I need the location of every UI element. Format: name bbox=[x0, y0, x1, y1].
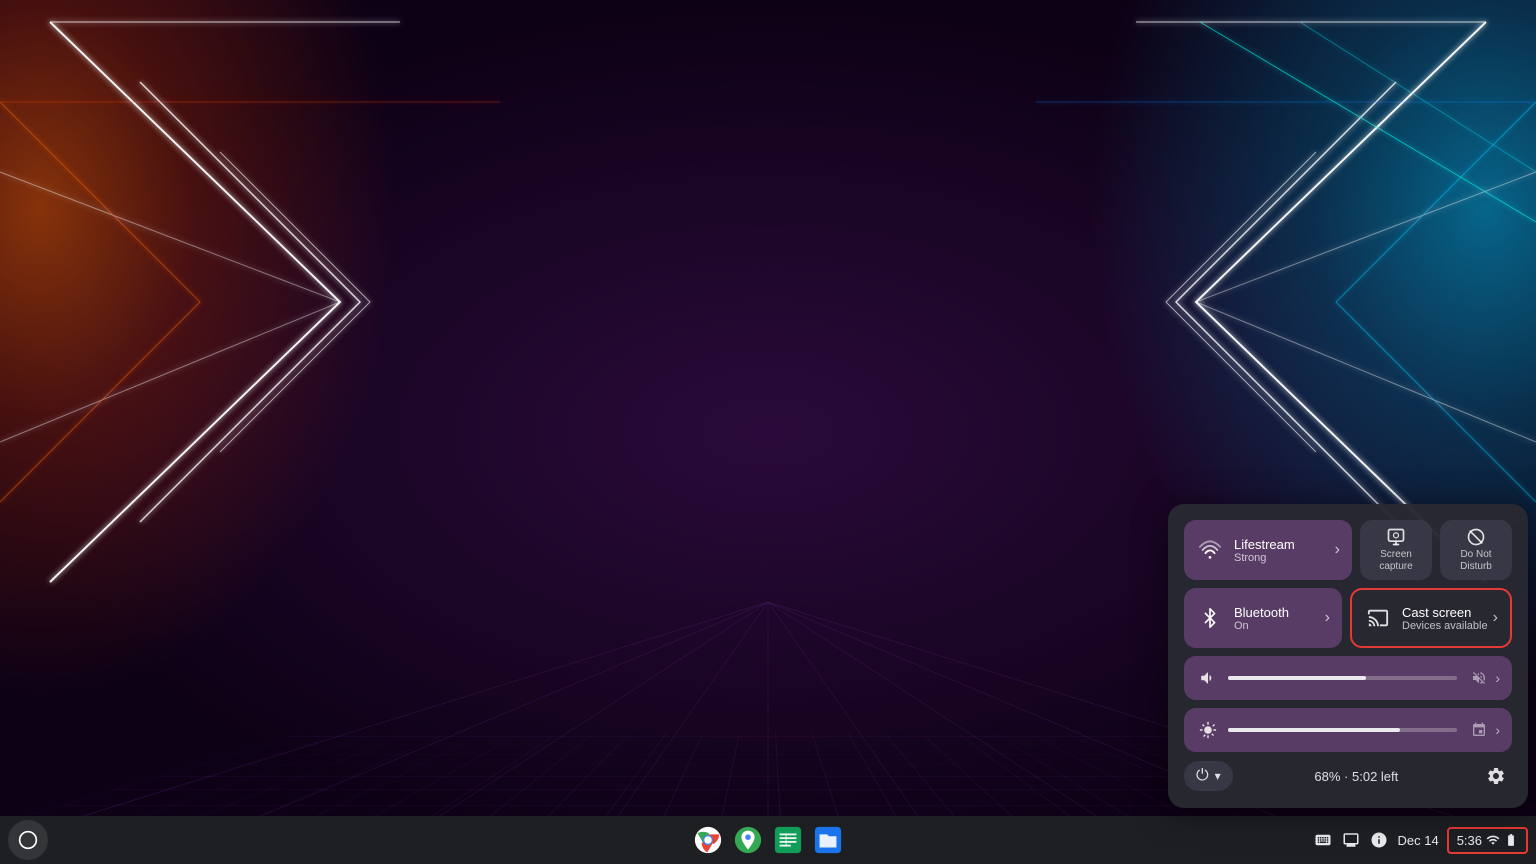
taskbar: Dec 14 5:36 bbox=[0, 816, 1536, 864]
cast-screen-tile[interactable]: Cast screen Devices available › bbox=[1350, 588, 1512, 648]
screen-capture-icon bbox=[1386, 527, 1406, 547]
keyboard-tray-icon[interactable] bbox=[1313, 830, 1333, 850]
lifestream-tile[interactable]: Lifestream Strong › bbox=[1184, 520, 1352, 580]
qs-row-2: Bluetooth On › Cast screen Devices avail… bbox=[1184, 588, 1512, 648]
launcher-button[interactable] bbox=[8, 820, 48, 860]
do-not-disturb-label: Do NotDisturb bbox=[1460, 549, 1492, 573]
bluetooth-arrow: › bbox=[1325, 609, 1330, 627]
volume-expand-chevron[interactable]: › bbox=[1495, 670, 1500, 686]
volume-mute-icon[interactable] bbox=[1469, 668, 1489, 688]
volume-slider-right: › bbox=[1469, 668, 1500, 688]
wifi-tile-icon bbox=[1196, 536, 1224, 564]
brightness-expand-chevron[interactable]: › bbox=[1495, 722, 1500, 738]
bluetooth-subtitle: On bbox=[1234, 620, 1321, 632]
taskbar-date: Dec 14 bbox=[1397, 833, 1438, 848]
monitor-tray-icon[interactable] bbox=[1341, 830, 1361, 850]
brightness-slider-right: › bbox=[1469, 720, 1500, 740]
auto-brightness-icon[interactable] bbox=[1469, 720, 1489, 740]
cast-screen-arrow: › bbox=[1493, 609, 1498, 627]
quick-settings-panel: Lifestream Strong › Screencapture bbox=[1168, 504, 1528, 808]
taskbar-apps bbox=[690, 822, 846, 858]
screen-capture-tile[interactable]: Screencapture bbox=[1360, 520, 1432, 580]
lifestream-title: Lifestream bbox=[1234, 537, 1331, 552]
power-chevron: ▾ bbox=[1215, 769, 1221, 783]
cast-screen-text: Cast screen Devices available bbox=[1402, 605, 1493, 632]
lifestream-text: Lifestream Strong bbox=[1234, 537, 1331, 564]
battery-tray-icon bbox=[1504, 833, 1518, 847]
clock-area[interactable]: 5:36 bbox=[1447, 827, 1528, 854]
settings-button[interactable] bbox=[1480, 760, 1512, 792]
cast-screen-icon bbox=[1364, 604, 1392, 632]
cast-screen-subtitle: Devices available bbox=[1402, 620, 1493, 632]
qs-bottom-row: ⏻ ▾ 68% · 5:02 left bbox=[1184, 760, 1512, 792]
bluetooth-tile[interactable]: Bluetooth On › bbox=[1184, 588, 1342, 648]
chrome-app-icon[interactable] bbox=[690, 822, 726, 858]
info-tray-icon[interactable] bbox=[1369, 830, 1389, 850]
sheets-app-icon[interactable] bbox=[770, 822, 806, 858]
bluetooth-tile-icon bbox=[1196, 604, 1224, 632]
lifestream-arrow: › bbox=[1335, 541, 1340, 559]
cast-screen-title: Cast screen bbox=[1402, 605, 1493, 620]
wifi-tray-icon bbox=[1486, 833, 1500, 847]
brightness-fill bbox=[1228, 728, 1400, 732]
bluetooth-text: Bluetooth On bbox=[1234, 605, 1321, 632]
files-app-icon[interactable] bbox=[810, 822, 846, 858]
volume-track[interactable] bbox=[1228, 676, 1457, 680]
clock-time: 5:36 bbox=[1457, 833, 1482, 848]
taskbar-right: Dec 14 5:36 bbox=[1313, 827, 1528, 854]
power-icon: ⏻ bbox=[1196, 767, 1209, 785]
qs-row-1: Lifestream Strong › Screencapture bbox=[1184, 520, 1512, 580]
volume-slider-row: › bbox=[1184, 656, 1512, 700]
power-button[interactable]: ⏻ ▾ bbox=[1184, 761, 1233, 791]
brightness-track[interactable] bbox=[1228, 728, 1457, 732]
volume-fill bbox=[1228, 676, 1366, 680]
brightness-slider-row: › bbox=[1184, 708, 1512, 752]
do-not-disturb-icon bbox=[1466, 527, 1486, 547]
do-not-disturb-tile[interactable]: Do NotDisturb bbox=[1440, 520, 1512, 580]
volume-icon bbox=[1196, 666, 1220, 690]
lifestream-subtitle: Strong bbox=[1234, 552, 1331, 564]
taskbar-left bbox=[8, 820, 48, 860]
bluetooth-title: Bluetooth bbox=[1234, 605, 1321, 620]
maps-app-icon[interactable] bbox=[730, 822, 766, 858]
brightness-icon bbox=[1196, 718, 1220, 742]
screen-capture-label: Screencapture bbox=[1379, 549, 1412, 573]
battery-status: 68% · 5:02 left bbox=[1314, 769, 1398, 784]
